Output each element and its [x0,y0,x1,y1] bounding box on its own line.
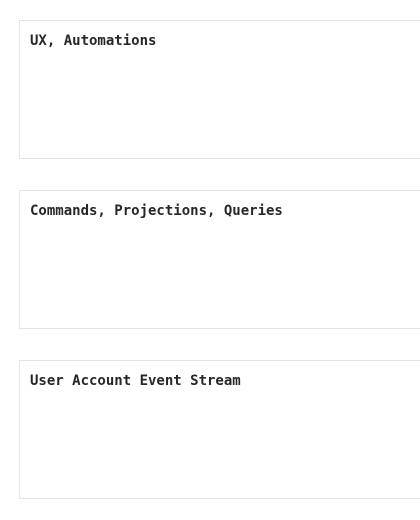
swimlane-user-account-event-stream[interactable]: User Account Event Stream [19,360,420,499]
event-model-canvas: UX, Automations Commands, Projections, Q… [0,0,420,520]
swimlane-label: Commands, Projections, Queries [30,203,283,219]
swimlane-ux-automations[interactable]: UX, Automations [19,20,420,159]
swimlane-label: User Account Event Stream [30,373,241,389]
swimlane-commands-projections-queries[interactable]: Commands, Projections, Queries [19,190,420,329]
swimlane-label: UX, Automations [30,33,157,49]
